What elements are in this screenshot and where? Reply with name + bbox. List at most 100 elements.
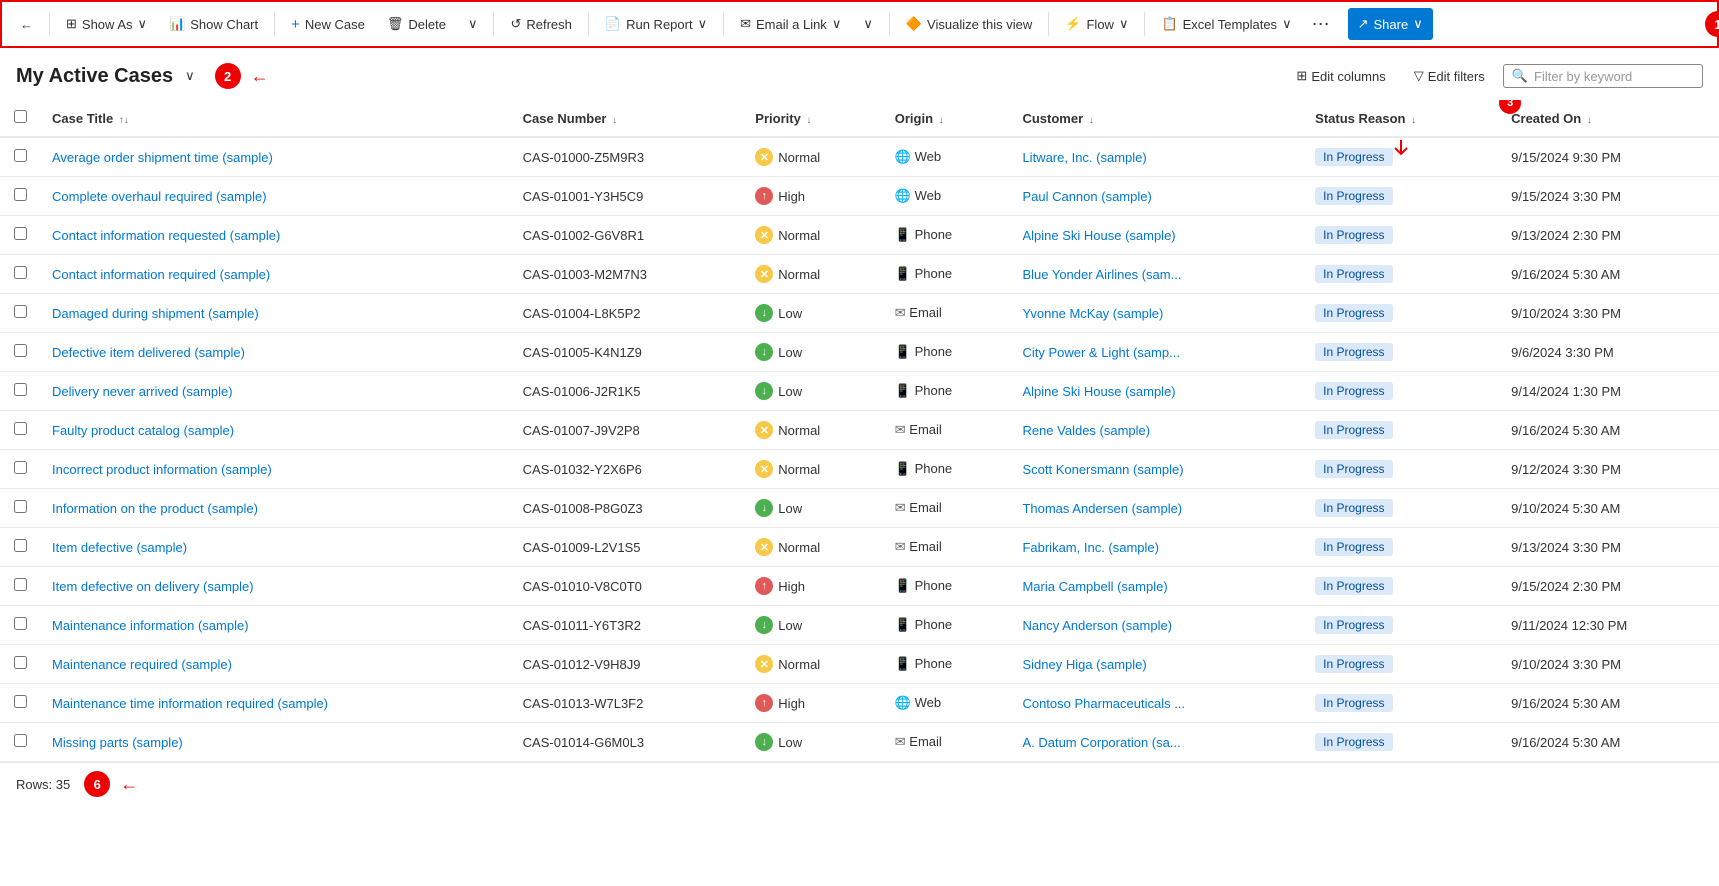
customer-link[interactable]: Nancy Anderson (sample) (1022, 618, 1172, 633)
case-title-link[interactable]: Defective item delivered (sample) (52, 345, 245, 360)
row-checkbox[interactable] (14, 383, 27, 396)
case-title-link[interactable]: Item defective (sample) (52, 540, 187, 555)
priority-icon: ✕ (755, 226, 773, 244)
row-checkbox[interactable] (14, 188, 27, 201)
case-title-link[interactable]: Delivery never arrived (sample) (52, 384, 233, 399)
footer: Rows: 35 6 ← (0, 762, 1719, 805)
row-checkbox[interactable] (14, 500, 27, 513)
row-checkbox[interactable] (14, 422, 27, 435)
status-reason-header[interactable]: Status Reason ↓ 3 (1303, 100, 1499, 137)
customer-link[interactable]: Sidney Higa (sample) (1022, 657, 1146, 672)
excel-templates-button[interactable]: 📋 Excel Templates ∨ (1151, 8, 1301, 40)
more-actions-button[interactable]: ⋯ (1304, 10, 1338, 38)
row-checkbox[interactable] (14, 266, 27, 279)
case-number-header[interactable]: Case Number ↓ (511, 100, 744, 137)
case-title-link[interactable]: Average order shipment time (sample) (52, 150, 273, 165)
status-badge: In Progress (1315, 694, 1392, 712)
case-title-link[interactable]: Item defective on delivery (sample) (52, 579, 254, 594)
customer-link[interactable]: Scott Konersmann (sample) (1022, 462, 1183, 477)
flow-button[interactable]: ⚡ Flow ∨ (1055, 8, 1138, 40)
customer-cell: Blue Yonder Airlines (sam... (1010, 255, 1303, 294)
origin-header[interactable]: Origin ↓ (883, 100, 1011, 137)
customer-header[interactable]: Customer ↓ (1010, 100, 1303, 137)
customer-link[interactable]: Alpine Ski House (sample) (1022, 228, 1175, 243)
email-link-button[interactable]: ✉ Email a Link ∨ (730, 8, 851, 40)
show-as-button[interactable]: ⊞ Show As ∨ (56, 8, 157, 40)
case-title-link[interactable]: Maintenance information (sample) (52, 618, 249, 633)
cases-table: Case Title ↑↓ Case Number ↓ Priority ↓ O… (0, 100, 1719, 762)
show-as-icon: ⊞ (66, 16, 77, 32)
row-checkbox[interactable] (14, 539, 27, 552)
customer-link[interactable]: Rene Valdes (sample) (1022, 423, 1150, 438)
origin-icon: ✉ (895, 305, 906, 320)
customer-link[interactable]: Contoso Pharmaceuticals ... (1022, 696, 1185, 711)
customer-link[interactable]: Paul Cannon (sample) (1022, 189, 1151, 204)
customer-link[interactable]: Alpine Ski House (sample) (1022, 384, 1175, 399)
row-checkbox[interactable] (14, 617, 27, 630)
case-title-link[interactable]: Complete overhaul required (sample) (52, 189, 267, 204)
case-title-link[interactable]: Maintenance required (sample) (52, 657, 232, 672)
created-on-cell: 9/16/2024 5:30 AM (1499, 411, 1719, 450)
case-number-cell: CAS-01013-W7L3F2 (511, 684, 744, 723)
run-report-button[interactable]: 📄 Run Report ∨ (595, 8, 717, 40)
search-input[interactable] (1534, 69, 1694, 84)
customer-link[interactable]: Litware, Inc. (sample) (1022, 150, 1146, 165)
customer-link[interactable]: Yvonne McKay (sample) (1022, 306, 1163, 321)
new-case-button[interactable]: + New Case (281, 8, 375, 40)
case-title-link[interactable]: Incorrect product information (sample) (52, 462, 272, 477)
chart-icon: 📊 (169, 16, 185, 32)
row-checkbox[interactable] (14, 344, 27, 357)
row-checkbox[interactable] (14, 734, 27, 747)
separator-6 (889, 12, 890, 36)
view-title-dropdown[interactable]: ∨ (179, 60, 201, 92)
row-checkbox[interactable] (14, 461, 27, 474)
priority-icon: ↓ (755, 343, 773, 361)
case-title-link[interactable]: Faulty product catalog (sample) (52, 423, 234, 438)
row-checkbox[interactable] (14, 578, 27, 591)
annotation-badge-2: 2 (215, 63, 241, 89)
priority-cell: ↓ Low (743, 333, 882, 372)
row-checkbox[interactable] (14, 656, 27, 669)
email-dropdown-button[interactable]: ∨ (853, 8, 883, 40)
origin-icon: ✉ (895, 500, 906, 515)
priority-cell: ↑ High (743, 567, 882, 606)
refresh-button[interactable]: ↺ Refresh (500, 8, 581, 40)
customer-link[interactable]: City Power & Light (samp... (1022, 345, 1180, 360)
share-button[interactable]: ↗ Share ∨ (1348, 8, 1433, 40)
table-row: Contact information required (sample)CAS… (0, 255, 1719, 294)
case-title-sort-icon: ↑↓ (119, 115, 129, 126)
customer-link[interactable]: Blue Yonder Airlines (sam... (1022, 267, 1181, 282)
customer-link[interactable]: Maria Campbell (sample) (1022, 579, 1167, 594)
customer-link[interactable]: Fabrikam, Inc. (sample) (1022, 540, 1159, 555)
show-chart-button[interactable]: 📊 Show Chart (159, 8, 268, 40)
separator-4 (588, 12, 589, 36)
case-title-link[interactable]: Damaged during shipment (sample) (52, 306, 259, 321)
row-checkbox[interactable] (14, 149, 27, 162)
select-all-checkbox[interactable] (14, 110, 27, 123)
case-title-link[interactable]: Contact information requested (sample) (52, 228, 280, 243)
back-button[interactable]: ← (10, 8, 43, 40)
status-reason-cell: In Progress (1303, 489, 1499, 528)
customer-link[interactable]: Thomas Andersen (sample) (1022, 501, 1182, 516)
status-reason-cell: In Progress (1303, 606, 1499, 645)
created-on-header[interactable]: Created On ↓ (1499, 100, 1719, 137)
customer-cell: Scott Konersmann (sample) (1010, 450, 1303, 489)
row-checkbox[interactable] (14, 695, 27, 708)
priority-icon: ↓ (755, 616, 773, 634)
customer-link[interactable]: A. Datum Corporation (sa... (1022, 735, 1180, 750)
case-title-link[interactable]: Missing parts (sample) (52, 735, 183, 750)
case-title-header[interactable]: Case Title ↑↓ (40, 100, 511, 137)
priority-cell: ✕ Normal (743, 255, 882, 294)
priority-cell: ↓ Low (743, 372, 882, 411)
case-title-link[interactable]: Contact information required (sample) (52, 267, 270, 282)
row-checkbox[interactable] (14, 227, 27, 240)
priority-header[interactable]: Priority ↓ (743, 100, 882, 137)
case-title-link[interactable]: Information on the product (sample) (52, 501, 258, 516)
case-title-link[interactable]: Maintenance time information required (s… (52, 696, 328, 711)
delete-dropdown-button[interactable]: ∨ (458, 8, 488, 40)
edit-filters-button[interactable]: ▽ Edit filters (1404, 63, 1495, 89)
edit-columns-button[interactable]: ⊞ Edit columns (1286, 63, 1395, 89)
row-checkbox[interactable] (14, 305, 27, 318)
delete-button[interactable]: 🗑 Delete (377, 8, 456, 40)
visualize-button[interactable]: 🔶 Visualize this view (896, 8, 1042, 40)
